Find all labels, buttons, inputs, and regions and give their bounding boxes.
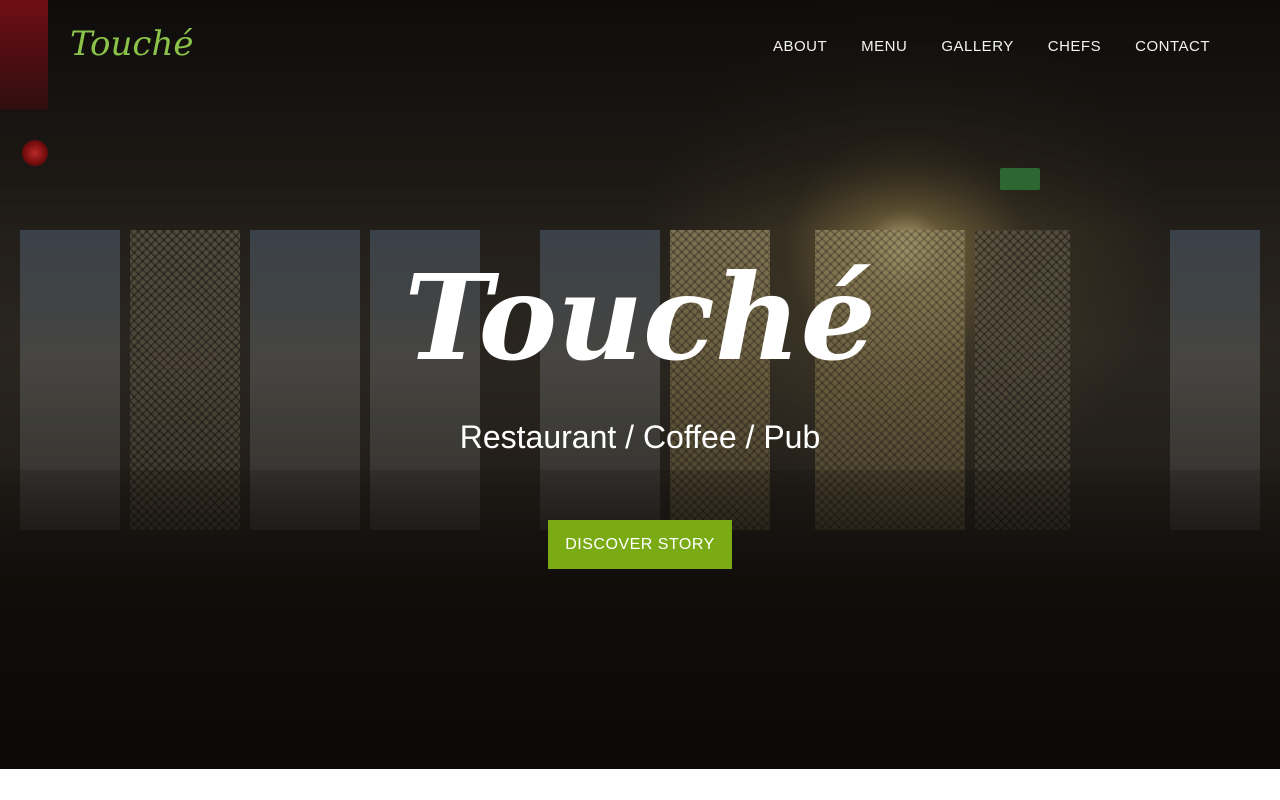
nav-item-gallery[interactable]: GALLERY [941,38,1013,56]
hero-title: Touché [404,248,876,387]
brand-logo[interactable]: Touché [70,22,193,66]
nav-item-menu[interactable]: MENU [861,38,907,56]
nav-item-chefs[interactable]: CHEFS [1048,38,1101,56]
hero-subtitle: Restaurant / Coffee / Pub [459,419,821,455]
nav-item-contact[interactable]: CONTACT [1135,38,1210,56]
main-nav: ABOUT MENU GALLERY CHEFS CONTACT [739,38,1210,56]
discover-story-button[interactable]: DISCOVER STORY [548,520,732,569]
hero-section: Touché ABOUT MENU GALLERY CHEFS CONTACT … [0,0,1280,769]
nav-item-about[interactable]: ABOUT [773,38,827,56]
